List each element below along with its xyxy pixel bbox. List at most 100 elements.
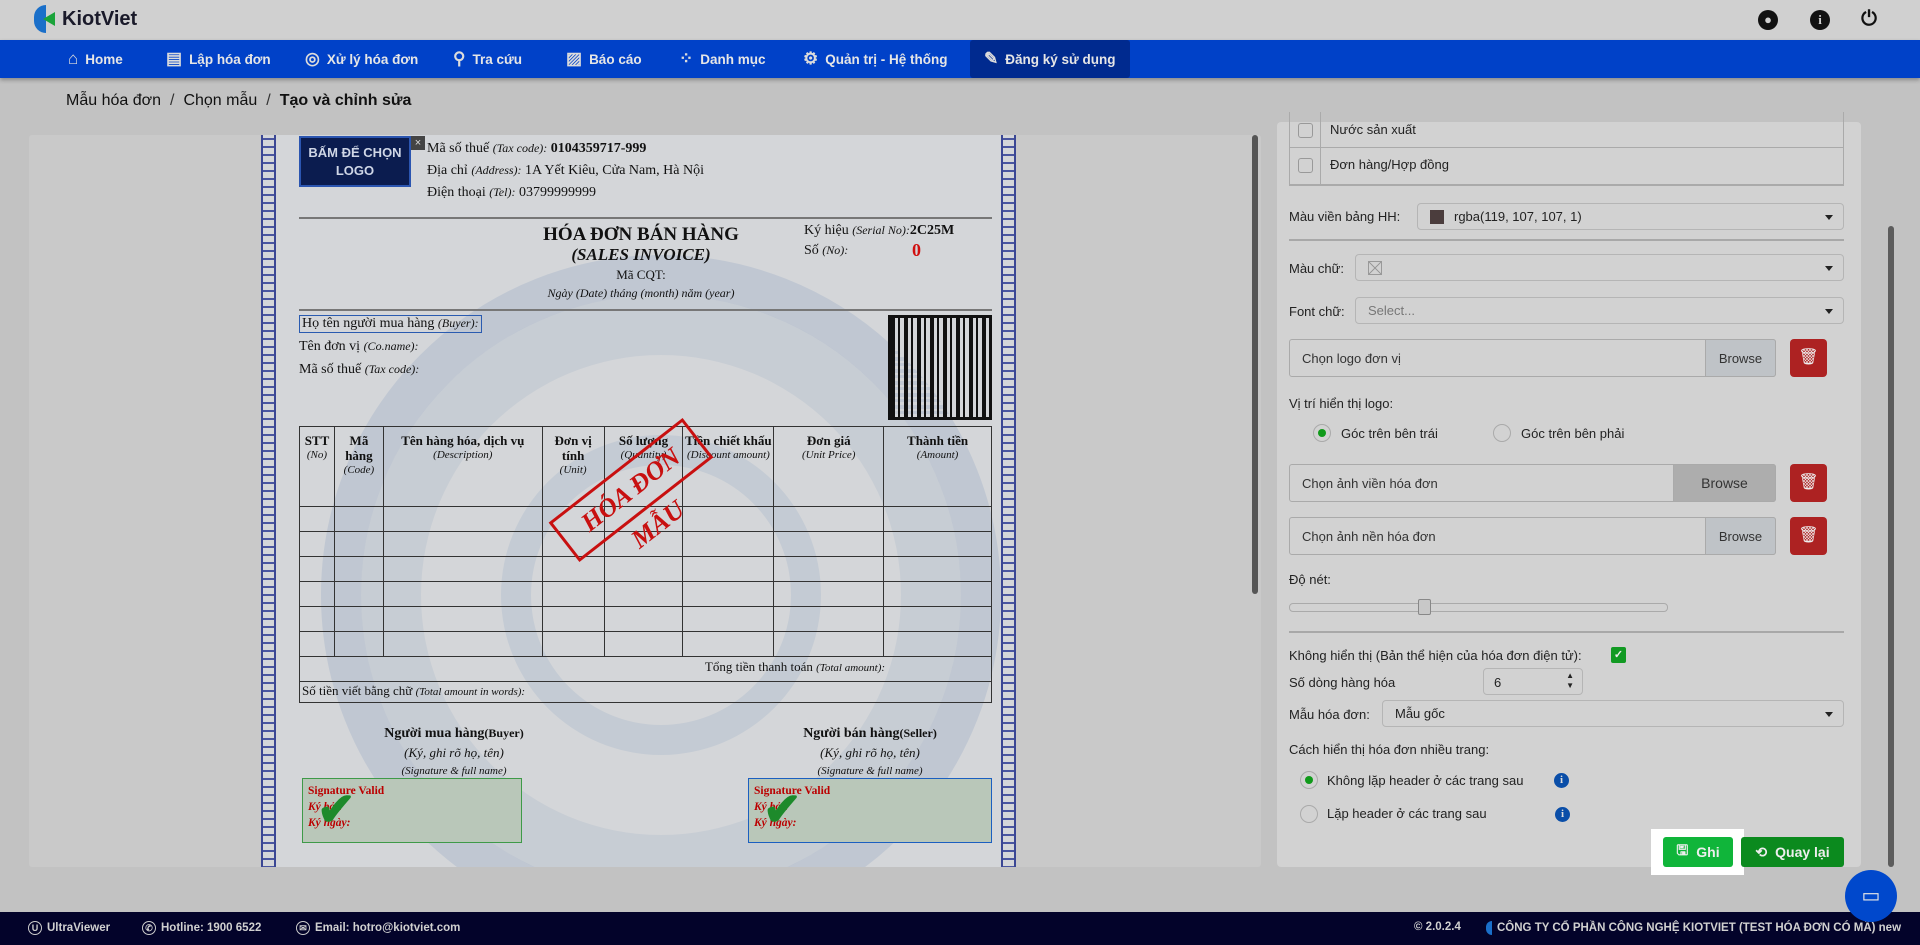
field-label: Đơn hàng/Hợp đồng [1330,157,1449,172]
column-header: STT (No) [299,426,335,507]
settings-scrollbar[interactable] [1888,226,1894,867]
ultraviewer-icon: U [28,921,42,935]
invoice-no: 0 [912,240,921,260]
logo-position-left-radio[interactable] [1313,424,1331,442]
check-icon: ✔ [317,784,356,835]
invoice-date: Ngày (Date) tháng (month) năm (year) [547,286,735,300]
table-cell [883,631,992,657]
table-cell [883,606,992,632]
radio-label: Lặp header ở các trang sau [1327,806,1487,821]
user-icon[interactable]: ● [1758,10,1778,30]
stepper-arrows-icon: ▲ ▼ [1566,671,1574,690]
nav-label: Đăng ký sử dụng [1005,51,1116,67]
info-icon[interactable]: i [1555,807,1570,822]
nav-report[interactable]: ▨ Báo cáo [566,40,642,78]
nav-home[interactable]: ⌂ Home [68,40,123,78]
seller-signature-box: ✔ Signature Valid Ký bởi: Ký ngày: [748,778,992,843]
hide-checkbox[interactable]: ✓ [1611,647,1626,663]
column-header: Thành tiền (Amount) [883,426,992,507]
background-image-file-input[interactable]: Chọn ảnh nền hóa đơn Browse [1289,517,1776,555]
text-color-label: Màu chữ: [1289,261,1344,276]
logo-upload-area[interactable]: BẤM ĐỂ CHỌN LOGO [299,136,411,187]
chevron-down-icon [1825,215,1833,220]
field-checkbox[interactable] [1298,123,1313,138]
nav-label: Xử lý hóa đơn [326,51,419,67]
field-checkbox[interactable] [1298,158,1313,173]
column-header: Mã hàng (Code) [333,426,384,507]
table-cell [382,506,543,532]
no-repeat-header-radio[interactable] [1300,771,1318,789]
ultraviewer-link[interactable]: U UltraViewer [28,921,110,935]
chat-button[interactable]: ▭ [1845,870,1897,922]
font-select[interactable]: Select... [1355,297,1844,324]
table-row [299,631,992,657]
info-icon[interactable]: i [1554,773,1569,788]
invoice-no-label: Số (No): [804,243,849,258]
nav-label: Danh mục [700,51,766,67]
top-header: KiotViet ● i ⏻ [0,0,1920,40]
slider-thumb[interactable] [1417,599,1431,615]
breadcrumb-item[interactable]: Chọn mẫu [183,92,257,109]
table-cell [382,606,543,632]
sharpness-label: Độ nét: [1289,572,1331,587]
delete-background-button[interactable]: 🗑 [1790,517,1827,555]
logo-file-input[interactable]: Chọn logo đơn vị Browse [1289,339,1776,377]
save-button[interactable]: 🖫 Ghi [1663,837,1733,867]
delete-logo-button[interactable]: 🗑 [1790,339,1827,377]
table-cell [333,631,384,657]
close-icon[interactable]: × [411,136,425,150]
nav-admin[interactable]: ⚙ Quản trị - Hệ thống [803,40,948,78]
table-cell [682,531,775,557]
template-select[interactable]: Mẫu gốc [1382,700,1844,727]
chevron-down-icon [1825,266,1833,271]
buyer-name[interactable]: Họ tên người mua hàng (Buyer): [299,315,482,333]
seller-address: Địa chỉ (Address): 1A Yết Kiêu, Cửa Nam,… [427,163,704,178]
delete-border-button[interactable]: 🗑 [1790,464,1827,502]
table-cell [773,606,885,632]
report-icon: ▨ [566,49,583,68]
hide-label: Không hiển thị (Bản thể hiện của hóa đơn… [1289,648,1582,663]
browse-button[interactable]: Browse [1673,464,1776,502]
browse-button[interactable]: Browse [1705,517,1776,555]
sharpness-slider[interactable] [1289,599,1668,615]
logo-position-right-radio[interactable] [1493,424,1511,442]
info-icon[interactable]: i [1810,10,1830,30]
repeat-header-radio[interactable] [1300,805,1318,823]
table-cell [382,531,543,557]
table-cell [299,531,335,557]
kiotviet-logo[interactable]: KiotViet [34,5,137,33]
company-name: CÔNG TY CỔ PHẦN CÔNG NGHỆ KIOTVIET (TEST… [1486,921,1901,935]
table-cell [682,556,775,582]
back-icon: ⟲ [1755,843,1768,860]
table-cell [541,631,605,657]
invoice-title: HÓA ĐƠN BÁN HÀNG [543,224,739,245]
text-color-select[interactable] [1355,254,1844,281]
border-color-select[interactable]: rgba(119, 107, 107, 1) [1417,203,1844,230]
table-cell [682,631,775,657]
breadcrumb-item[interactable]: Mẫu hóa đơn [66,92,161,109]
table-cell [541,581,605,607]
table-row [299,581,992,607]
browse-button[interactable]: Browse [1705,339,1776,377]
power-icon[interactable]: ⏻ [1859,9,1879,30]
nav-register[interactable]: ✎ Đăng ký sử dụng [970,40,1130,78]
rows-stepper[interactable]: 6 ▲ ▼ [1483,668,1583,695]
nav-search[interactable]: ⚲ Tra cứu [453,40,522,78]
table-cell [382,631,543,657]
email-link[interactable]: ✉ Email: hotro@kiotviet.com [296,921,460,935]
nav-create-invoice[interactable]: ▤ Lập hóa đơn [166,40,271,78]
border-image-file-input[interactable]: Chọn ảnh viền hóa đơn Browse [1289,464,1776,502]
column-header: Tên hàng hóa, dịch vụ (Description) [382,426,543,507]
border-color-label: Màu viền bảng HH: [1289,209,1401,224]
font-label: Font chữ: [1289,304,1345,319]
nav-process-invoice[interactable]: ◎ Xử lý hóa đơn [305,40,418,78]
nav-category[interactable]: ⁘ Danh mục [679,40,766,78]
back-button[interactable]: ⟲ Quay lại [1741,837,1844,867]
preview-scrollbar[interactable] [1252,135,1258,594]
table-cell [773,506,885,532]
table-cell [682,606,775,632]
table-cell [382,556,543,582]
table-cell [333,581,384,607]
radio-label: Góc trên bên phải [1521,426,1625,441]
nav-label: Home [85,51,123,67]
